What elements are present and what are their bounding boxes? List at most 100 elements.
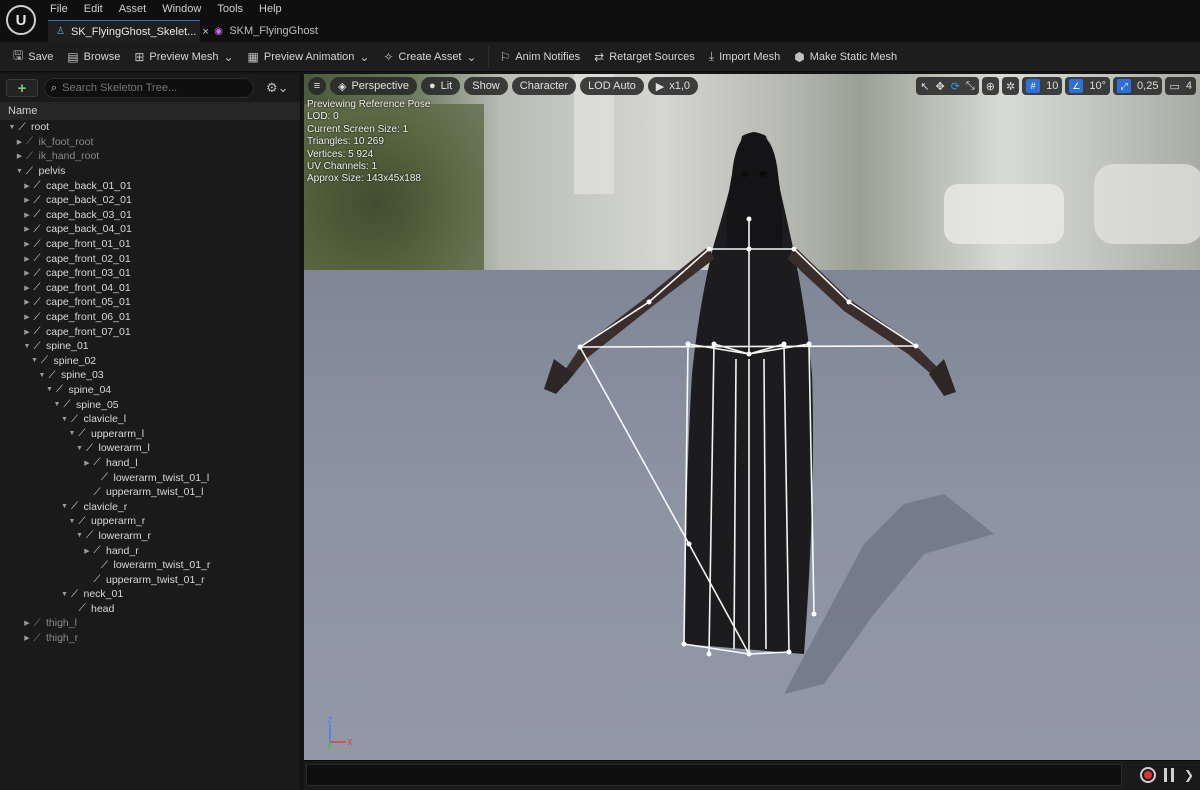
- rotate-icon[interactable]: ⟳: [951, 80, 960, 93]
- expanded-arrow-icon[interactable]: ▼: [76, 445, 84, 452]
- bone-row-head[interactable]: ⟋ head: [0, 602, 300, 617]
- expanded-arrow-icon[interactable]: ▼: [23, 343, 31, 350]
- expanded-arrow-icon[interactable]: ▼: [68, 518, 76, 525]
- bone-row-cape-front-04-01[interactable]: ▶ ⟋ cape_front_04_01: [0, 281, 300, 296]
- collapsed-arrow-icon[interactable]: ▶: [23, 255, 31, 263]
- expanded-arrow-icon[interactable]: ▼: [46, 386, 54, 393]
- bone-row-cape-back-04-01[interactable]: ▶ ⟋ cape_back_04_01: [0, 222, 300, 237]
- search-box[interactable]: ⌕: [44, 78, 254, 98]
- rotation-snap-control[interactable]: ∠ 10°: [1065, 77, 1111, 95]
- expanded-arrow-icon[interactable]: ▼: [38, 372, 46, 379]
- coordinate-space-toggle[interactable]: ⊕: [981, 77, 999, 95]
- bone-row-cape-front-07-01[interactable]: ▶ ⟋ cape_front_07_01: [0, 324, 300, 339]
- character-button[interactable]: Character: [511, 77, 577, 95]
- bone-row-cape-back-03-01[interactable]: ▶ ⟋ cape_back_03_01: [0, 208, 300, 223]
- surface-snap-toggle[interactable]: ✲: [1001, 77, 1020, 95]
- anim-notifies-button[interactable]: ⚐ Anim Notifies: [493, 45, 588, 69]
- bone-row-lowerarm-twist-01-l[interactable]: ⟋ lowerarm_twist_01_l: [0, 470, 300, 485]
- menu-help[interactable]: Help: [251, 0, 290, 18]
- scale-snap-control[interactable]: ⤢ 0,25: [1113, 77, 1163, 95]
- pause-icon[interactable]: [1164, 768, 1174, 782]
- expanded-arrow-icon[interactable]: ▼: [76, 532, 84, 539]
- collapsed-arrow-icon[interactable]: ▶: [23, 313, 31, 321]
- camera-speed-control[interactable]: ▭ 4: [1165, 77, 1196, 95]
- bone-row-spine-02[interactable]: ▼ ⟋ spine_02: [0, 354, 300, 369]
- collapsed-arrow-icon[interactable]: ▶: [23, 634, 31, 642]
- expanded-arrow-icon[interactable]: ▼: [16, 168, 24, 175]
- collapsed-arrow-icon[interactable]: ▶: [23, 225, 31, 233]
- bone-row-ik-foot-root[interactable]: ▶ ⟋ ik_foot_root: [0, 135, 300, 150]
- perspective-button[interactable]: ◈ Perspective: [330, 77, 417, 95]
- timeline-scrubber[interactable]: [306, 764, 1122, 786]
- search-input[interactable]: [62, 82, 243, 94]
- column-header-name[interactable]: Name: [0, 102, 300, 120]
- tab-skeleton[interactable]: ♙ SK_FlyingGhost_Skelet... ×: [48, 20, 209, 42]
- bone-row-hand-l[interactable]: ▶ ⟋ hand_l: [0, 456, 300, 471]
- bone-row-thigh-l[interactable]: ▶ ⟋ thigh_l: [0, 616, 300, 631]
- show-button[interactable]: Show: [464, 77, 508, 95]
- move-icon[interactable]: ✥: [935, 80, 944, 93]
- collapsed-arrow-icon[interactable]: ▶: [23, 240, 31, 248]
- add-button[interactable]: +: [6, 79, 38, 97]
- bone-row-hand-r[interactable]: ▶ ⟋ hand_r: [0, 543, 300, 558]
- import-mesh-button[interactable]: ⤓ Import Mesh: [702, 45, 787, 69]
- record-icon[interactable]: [1140, 767, 1156, 783]
- preview-mesh-button[interactable]: ⊞ Preview Mesh ⌄: [127, 45, 240, 69]
- bone-row-cape-front-02-01[interactable]: ▶ ⟋ cape_front_02_01: [0, 251, 300, 266]
- bone-row-lowerarm-r[interactable]: ▼ ⟋ lowerarm_r: [0, 529, 300, 544]
- grid-snap-control[interactable]: # 10: [1022, 77, 1063, 95]
- expanded-arrow-icon[interactable]: ▼: [61, 591, 69, 598]
- expanded-arrow-icon[interactable]: ▼: [53, 401, 61, 408]
- bone-row-cape-front-03-01[interactable]: ▶ ⟋ cape_front_03_01: [0, 266, 300, 281]
- collapsed-arrow-icon[interactable]: ▶: [16, 138, 24, 146]
- collapsed-arrow-icon[interactable]: ▶: [83, 547, 91, 555]
- bone-row-neck-01[interactable]: ▼ ⟋ neck_01: [0, 587, 300, 602]
- hamburger-menu-icon[interactable]: ≡: [308, 77, 326, 95]
- gear-icon[interactable]: ⚙⌄: [266, 80, 289, 96]
- bone-row-upperarm-twist-01-r[interactable]: ⟋ upperarm_twist_01_r: [0, 572, 300, 587]
- expanded-arrow-icon[interactable]: ▼: [8, 124, 16, 131]
- bone-row-spine-04[interactable]: ▼ ⟋ spine_04: [0, 383, 300, 398]
- bone-row-root[interactable]: ▼ ⟋ root: [0, 120, 300, 135]
- bone-row-cape-front-05-01[interactable]: ▶ ⟋ cape_front_05_01: [0, 295, 300, 310]
- bone-row-cape-front-06-01[interactable]: ▶ ⟋ cape_front_06_01: [0, 310, 300, 325]
- lod-button[interactable]: LOD Auto: [580, 77, 644, 95]
- bone-row-spine-03[interactable]: ▼ ⟋ spine_03: [0, 368, 300, 383]
- bone-row-ik-hand-root[interactable]: ▶ ⟋ ik_hand_root: [0, 149, 300, 164]
- ghost-character[interactable]: [304, 74, 1200, 760]
- collapsed-arrow-icon[interactable]: ▶: [23, 284, 31, 292]
- bone-row-cape-back-02-01[interactable]: ▶ ⟋ cape_back_02_01: [0, 193, 300, 208]
- collapsed-arrow-icon[interactable]: ▶: [23, 619, 31, 627]
- preview-animation-button[interactable]: ▦ Preview Animation ⌄: [241, 45, 377, 69]
- collapsed-arrow-icon[interactable]: ▶: [23, 196, 31, 204]
- expanded-arrow-icon[interactable]: ▼: [61, 416, 69, 423]
- bone-row-spine-01[interactable]: ▼ ⟋ spine_01: [0, 339, 300, 354]
- bone-row-clavicle-l[interactable]: ▼ ⟋ clavicle_l: [0, 412, 300, 427]
- collapsed-arrow-icon[interactable]: ▶: [16, 152, 24, 160]
- menu-file[interactable]: File: [42, 0, 76, 18]
- bone-row-clavicle-r[interactable]: ▼ ⟋ clavicle_r: [0, 499, 300, 514]
- collapsed-arrow-icon[interactable]: ▶: [23, 211, 31, 219]
- menu-edit[interactable]: Edit: [76, 0, 111, 18]
- bone-row-cape-front-01-01[interactable]: ▶ ⟋ cape_front_01_01: [0, 237, 300, 252]
- menu-asset[interactable]: Asset: [111, 0, 155, 18]
- menu-window[interactable]: Window: [154, 0, 209, 18]
- browse-button[interactable]: ▤ Browse: [60, 45, 127, 69]
- expanded-arrow-icon[interactable]: ▼: [68, 430, 76, 437]
- collapsed-arrow-icon[interactable]: ▶: [23, 182, 31, 190]
- create-asset-button[interactable]: ✧ Create Asset ⌄: [376, 45, 483, 69]
- expanded-arrow-icon[interactable]: ▼: [31, 357, 39, 364]
- bone-row-upperarm-r[interactable]: ▼ ⟋ upperarm_r: [0, 514, 300, 529]
- tab-skeletal-mesh[interactable]: ◉ SKM_FlyingGhost: [206, 20, 326, 42]
- bone-row-upperarm-twist-01-l[interactable]: ⟋ upperarm_twist_01_l: [0, 485, 300, 500]
- make-static-mesh-button[interactable]: ⬢ Make Static Mesh: [787, 45, 904, 69]
- expanded-arrow-icon[interactable]: ▼: [61, 503, 69, 510]
- lit-button[interactable]: ● Lit: [420, 77, 461, 95]
- step-forward-icon[interactable]: ❯: [1184, 768, 1194, 782]
- menu-tools[interactable]: Tools: [209, 0, 251, 18]
- unreal-logo-icon[interactable]: U: [6, 5, 36, 35]
- bone-row-thigh-r[interactable]: ▶ ⟋ thigh_r: [0, 631, 300, 646]
- collapsed-arrow-icon[interactable]: ▶: [23, 298, 31, 306]
- bone-row-cape-back-01-01[interactable]: ▶ ⟋ cape_back_01_01: [0, 178, 300, 193]
- bone-row-lowerarm-l[interactable]: ▼ ⟋ lowerarm_l: [0, 441, 300, 456]
